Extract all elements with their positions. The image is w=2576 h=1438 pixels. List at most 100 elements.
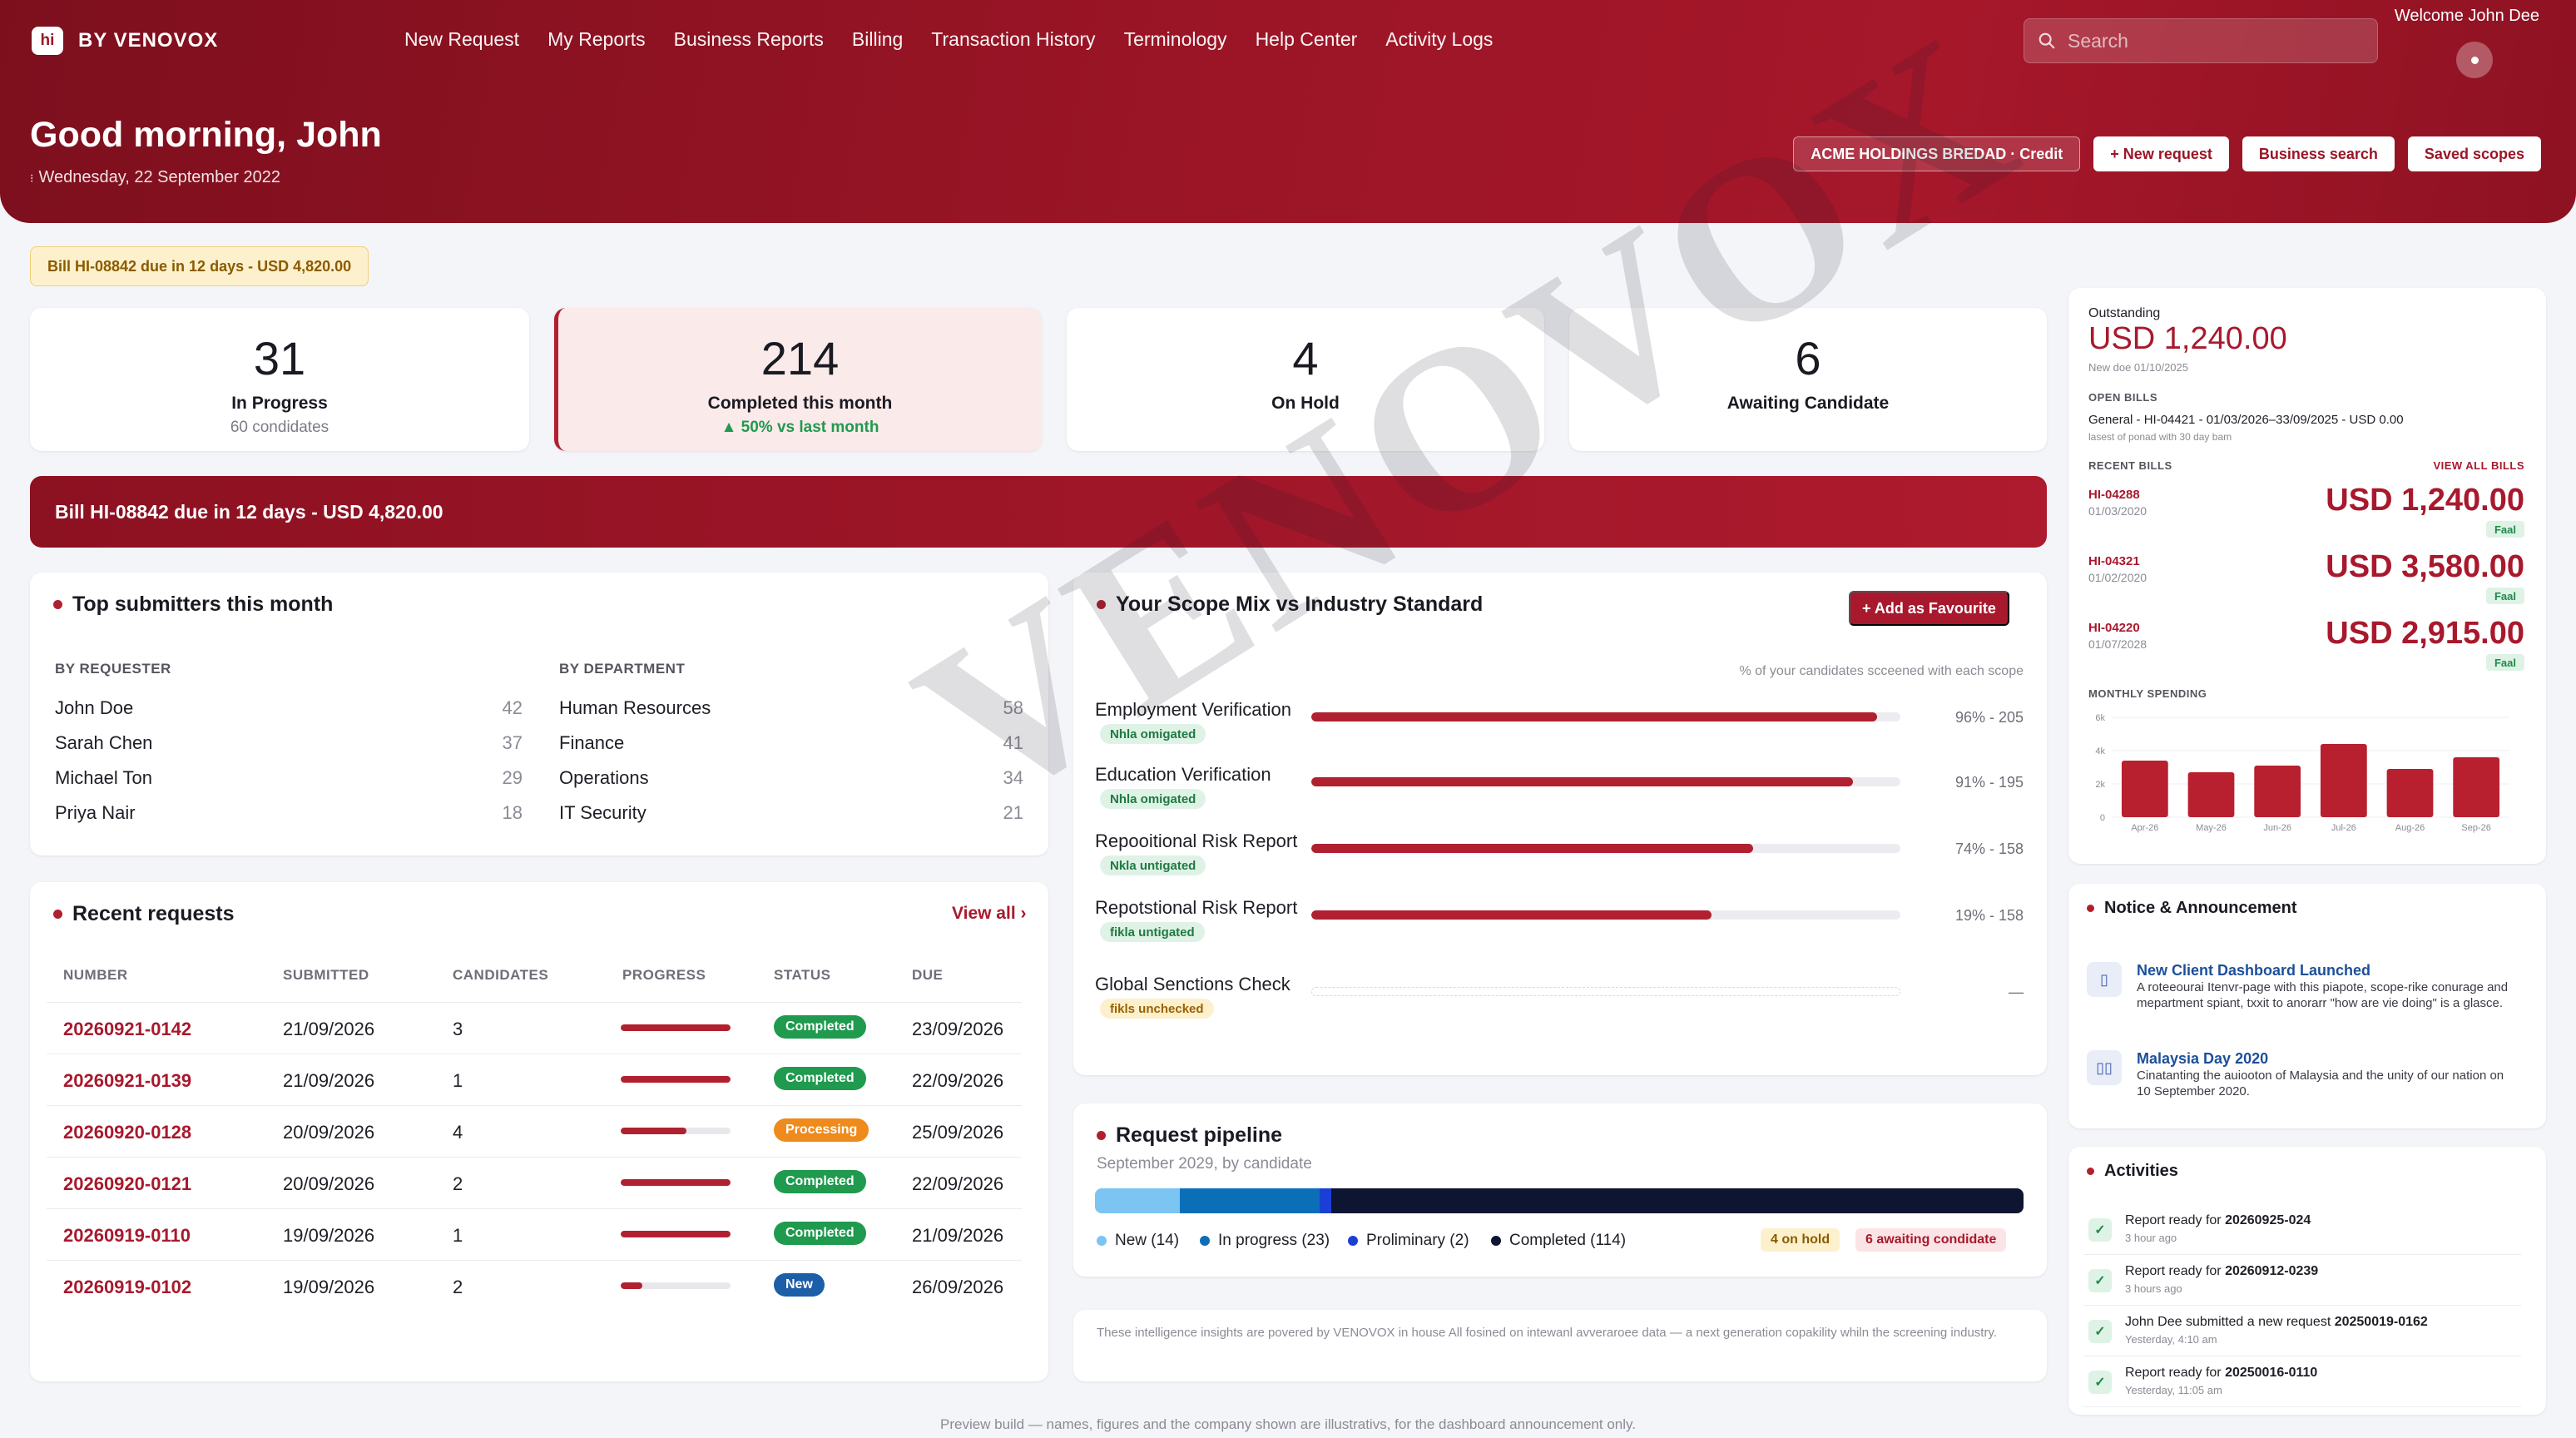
view-all-requests-link[interactable]: View all › (952, 904, 1027, 924)
bill-id[interactable]: HI-04288 (2088, 488, 2140, 502)
bill-due-pill[interactable]: Bill HI-08842 due in 12 days - USD 4,820… (30, 246, 369, 286)
table-row[interactable]: 20260919-0110 19/09/2026 1 Completed 21/09/2… (47, 1208, 1022, 1260)
due-date: 23/09/2026 (912, 1019, 1004, 1039)
spending-bar[interactable] (2121, 761, 2168, 817)
table-row[interactable]: 20260921-0142 21/09/2026 3 Completed 23/09/2… (47, 1002, 1022, 1054)
stat-in-progress[interactable]: 31 In Progress 60 condidates (30, 308, 529, 451)
nav-business-reports[interactable]: Business Reports (674, 28, 824, 51)
on-hold-tag[interactable]: 4 on hold (1761, 1228, 1840, 1252)
requester-row[interactable]: John Doe 42 (55, 697, 523, 719)
stat-on-hold[interactable]: 4 On Hold (1067, 308, 1544, 451)
new-request-button[interactable]: + New request (2093, 136, 2229, 171)
status-badge: Completed (774, 1067, 866, 1090)
activity-item[interactable]: ✓ Report ready for 20250016-0110 Yesterday… (2083, 1359, 2521, 1407)
request-number-link[interactable]: 20260920-0128 (63, 1122, 191, 1143)
submitted-date: 20/09/2026 (283, 1122, 375, 1143)
department-row[interactable]: Finance 41 (559, 732, 1023, 754)
business-search-button[interactable]: Business search (2242, 136, 2395, 171)
bullet-icon (2087, 1168, 2094, 1175)
stat-sub: 60 condidates (230, 419, 329, 436)
request-number-link[interactable]: 20260920-0121 (63, 1173, 191, 1195)
spending-bar[interactable] (2453, 757, 2500, 817)
requester-row[interactable]: Michael Ton 29 (55, 767, 523, 789)
activity-request-id: 20260912-0239 (2225, 1264, 2319, 1278)
stat-number: 31 (253, 332, 306, 384)
progress-bar (621, 1076, 731, 1083)
page-title: Good morning, John (30, 115, 382, 155)
spending-bar[interactable] (2320, 744, 2367, 817)
notice-item-title[interactable]: New Client Dashboard Launched (2137, 962, 2370, 979)
candidate-count: 2 (453, 1277, 463, 1297)
activity-prefix: Report ready for (2125, 1264, 2226, 1278)
top-submitters-title: Top submitters this month (53, 593, 333, 617)
request-number-link[interactable]: 20260919-0110 (63, 1225, 191, 1247)
spending-bar[interactable] (2254, 766, 2301, 817)
scope-tag: Nhla omigated (1100, 724, 1206, 744)
activity-prefix: Report ready for (2125, 1213, 2226, 1227)
spending-bar[interactable] (2187, 772, 2235, 817)
table-row[interactable]: 20260920-0121 20/09/2026 2 Completed 22/09/2… (47, 1157, 1022, 1208)
submitted-date: 21/09/2026 (283, 1070, 375, 1091)
bill-id[interactable]: HI-04321 (2088, 554, 2140, 568)
department-count: 21 (1003, 802, 1023, 823)
current-date: ⁝ Wednesday, 22 September 2022 (30, 168, 280, 187)
department-row[interactable]: IT Security 21 (559, 802, 1023, 824)
x-tick-label: Aug-26 (2395, 823, 2425, 833)
request-number-link[interactable]: 20260919-0102 (63, 1277, 191, 1298)
main-nav: New Request My Reports Business Reports … (404, 28, 1493, 51)
candidate-count: 1 (453, 1070, 463, 1091)
scope-tag: Nkla untigated (1100, 855, 1206, 875)
activity-item[interactable]: ✓ John Dee submitted a new request 202500… (2083, 1308, 2521, 1356)
table-row[interactable]: 20260921-0139 21/09/2026 1 Completed 22/09/2… (47, 1054, 1022, 1105)
table-header: PROGRESS (622, 967, 706, 983)
nav-my-reports[interactable]: My Reports (547, 28, 646, 51)
request-number-link[interactable]: 20260921-0142 (63, 1019, 191, 1040)
account-credit-button[interactable]: ACME HOLDINGS BREDAD · Credit (1793, 136, 2081, 171)
header-actions: ACME HOLDINGS BREDAD · Credit + New requ… (1793, 136, 2541, 171)
bill-due-banner[interactable]: Bill HI-08842 due in 12 days - USD 4,820… (30, 476, 2047, 548)
avatar[interactable] (2456, 42, 2493, 78)
request-number-link[interactable]: 20260921-0139 (63, 1070, 191, 1092)
search-input[interactable] (2068, 29, 2351, 52)
add-favourite-button[interactable]: + Add as Favourite (1849, 591, 2009, 626)
activity-time: 3 hour ago (2125, 1232, 2177, 1244)
search-box[interactable] (2024, 18, 2378, 63)
table-row[interactable]: 20260919-0102 19/09/2026 2 New 26/09/2026 (47, 1260, 1022, 1312)
requester-row[interactable]: Sarah Chen 37 (55, 732, 523, 754)
activity-text: Report ready for 20260912-0239 (2125, 1264, 2318, 1279)
announcement-icon: ▯ (2087, 962, 2122, 997)
requester-name: Priya Nair (55, 802, 136, 823)
table-row[interactable]: 20260920-0128 20/09/2026 4 Processing 25/09/… (47, 1105, 1022, 1157)
nav-transaction-history[interactable]: Transaction History (931, 28, 1095, 51)
department-row[interactable]: Human Resources 58 (559, 697, 1023, 719)
requester-name: Michael Ton (55, 767, 152, 788)
activity-item[interactable]: ✓ Report ready for 20260912-0239 3 hours a… (2083, 1257, 2521, 1306)
brand-logo[interactable]: hi BY VENOVOX (32, 27, 218, 55)
status-badge: New (774, 1273, 825, 1297)
department-name: IT Security (559, 802, 646, 823)
progress-fill (621, 1179, 731, 1186)
scope-bar-fill (1311, 844, 1753, 853)
logo-badge: hi (32, 27, 63, 55)
nav-help-center[interactable]: Help Center (1256, 28, 1358, 51)
stat-awaiting-candidate[interactable]: 6 Awaiting Candidate (1569, 308, 2047, 451)
department-row[interactable]: Operations 34 (559, 767, 1023, 789)
pipeline-segment (1095, 1188, 1181, 1213)
bill-id[interactable]: HI-04220 (2088, 621, 2140, 635)
view-all-bills-link[interactable]: VIEW ALL BILLS (2433, 459, 2524, 472)
department-count: 41 (1003, 732, 1023, 753)
nav-new-request[interactable]: New Request (404, 28, 519, 51)
activity-item[interactable]: ✓ Report ready for 20260925-024 3 hour ago (2083, 1207, 2521, 1255)
open-bill-line[interactable]: General - HI-04421 - 01/03/2026–33/09/20… (2088, 413, 2404, 427)
awaiting-candidate-tag[interactable]: 6 awaiting condidate (1855, 1228, 2007, 1252)
stat-completed[interactable]: 214 Completed this month ▲ 50% vs last m… (554, 308, 1042, 451)
progress-fill (621, 1128, 687, 1134)
progress-fill (621, 1076, 731, 1083)
notice-item-title[interactable]: Malaysia Day 2020 (2137, 1050, 2268, 1068)
nav-activity-logs[interactable]: Activity Logs (1385, 28, 1493, 51)
spending-bar[interactable] (2386, 769, 2434, 817)
nav-billing[interactable]: Billing (852, 28, 903, 51)
requester-row[interactable]: Priya Nair 18 (55, 802, 523, 824)
saved-scopes-button[interactable]: Saved scopes (2407, 136, 2541, 171)
nav-terminology[interactable]: Terminology (1124, 28, 1227, 51)
